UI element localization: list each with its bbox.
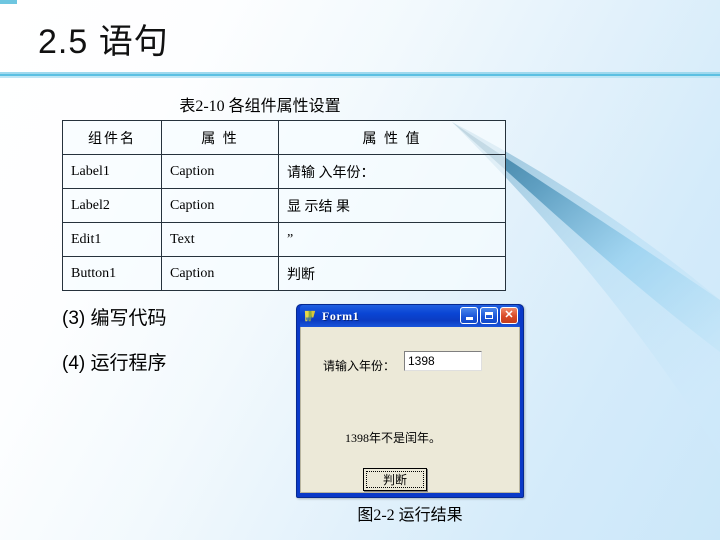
table-row: Edit1 Text ” [62, 222, 506, 257]
properties-table: 组件名 属 性 属 性 值 Label1 Caption 请输 入年份： Lab… [62, 120, 506, 291]
table-header-cell: 属 性 值 [278, 120, 506, 155]
table-cell-property: Caption [161, 256, 279, 291]
table-cell-component: Label2 [62, 188, 162, 223]
table-cell-value: ” [278, 222, 506, 257]
bullet-item-run-program: (4) 运行程序 [62, 353, 167, 374]
table-header-cell: 组件名 [62, 120, 162, 155]
vb-form-window: Form1 ✕ 请输入年份： 1398 1398年不是闰年。 判断 [296, 304, 524, 498]
vb-app-icon [304, 310, 316, 321]
table-cell-property: Caption [161, 154, 279, 189]
judge-button-label: 判断 [382, 473, 407, 487]
bullet-item-write-code: (3) 编写代码 [62, 308, 167, 329]
table-row: Button1 Caption 判断 [62, 256, 506, 291]
table-cell-value: 判断 [278, 256, 506, 291]
window-title-text: Form1 [322, 308, 360, 323]
table-header-row: 组件名 属 性 属 性 值 [62, 120, 506, 155]
table-cell-property: Text [161, 222, 279, 257]
judge-button[interactable]: 判断 [363, 468, 427, 491]
table-row: Label1 Caption 请输 入年份： [62, 154, 506, 189]
page-title: 2.5 语句 [38, 23, 169, 61]
year-input-field[interactable]: 1398 [404, 351, 482, 371]
window-controls: ✕ [460, 307, 518, 324]
prompt-label: 请输入年份： [323, 359, 396, 373]
result-label: 1398年不是闰年。 [345, 431, 442, 445]
slide-canvas: 2.5 语句 表2-10 各组件属性设置 组件名 属 性 属 性 值 Label… [0, 0, 720, 540]
table-cell-property: Caption [161, 188, 279, 223]
table-row: Label2 Caption 显 示结 果 [62, 188, 506, 223]
minimize-button[interactable] [460, 307, 478, 324]
table-cell-value: 请输 入年份： [278, 154, 506, 189]
window-titlebar[interactable]: Form1 ✕ [300, 305, 520, 327]
table-cell-component: Edit1 [62, 222, 162, 257]
title-divider [0, 72, 720, 78]
figure-caption: 图2-2 运行结果 [357, 507, 463, 524]
close-button[interactable]: ✕ [500, 307, 518, 324]
top-left-accent-bar [0, 0, 17, 4]
form-client-area: 请输入年份： 1398 1398年不是闰年。 判断 [300, 327, 520, 493]
restore-button[interactable] [480, 307, 498, 324]
table-cell-component: Button1 [62, 256, 162, 291]
table-cell-component: Label1 [62, 154, 162, 189]
table-caption: 表2-10 各组件属性设置 [179, 98, 341, 115]
table-header-cell: 属 性 [161, 120, 279, 155]
table-cell-value: 显 示结 果 [278, 188, 506, 223]
